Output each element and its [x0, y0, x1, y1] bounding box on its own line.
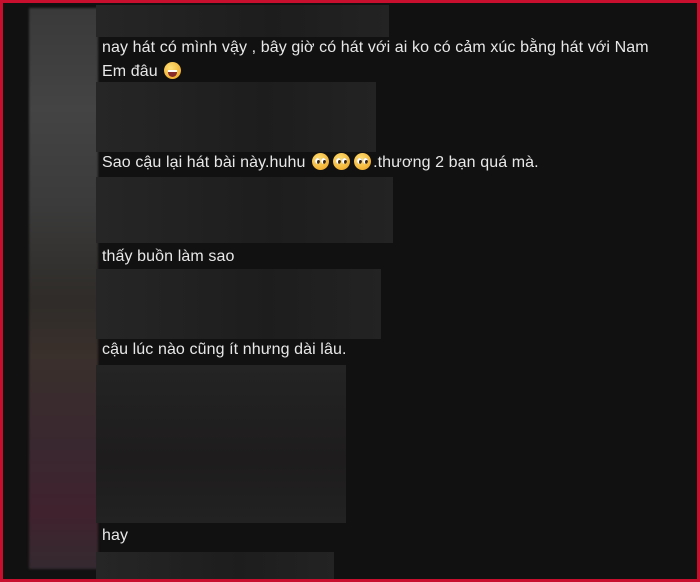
- comment-1-line2: Em đâu: [102, 63, 158, 80]
- blurred-username: [96, 269, 381, 339]
- comments-panel: nay hát có mình vậy , bây giờ có hát với…: [3, 3, 697, 579]
- blurred-username: [96, 5, 389, 37]
- blurred-image: [96, 365, 346, 523]
- comment-1: nay hát có mình vậy , bây giờ có hát với…: [102, 36, 649, 84]
- comment-2-text: Sao cậu lại hát bài này.huhu: [102, 154, 306, 171]
- comment-1-line1: nay hát có mình vậy , bây giờ có hát với…: [102, 39, 649, 56]
- comment-5: hay: [102, 527, 129, 544]
- pleading-face-icon: [333, 153, 351, 170]
- blurred-avatar-column: [29, 8, 98, 569]
- comment-4: cậu lúc nào cũng ít nhưng dài lâu.: [102, 341, 347, 358]
- pleading-face-icon: [354, 153, 372, 170]
- blurred-username: [96, 552, 334, 579]
- pleading-face-icon: [312, 153, 330, 170]
- blurred-username: [96, 177, 393, 243]
- comment-2: Sao cậu lại hát bài này.huhu .thương 2 b…: [102, 151, 539, 175]
- grinning-face-icon: [164, 62, 182, 79]
- blurred-username: [96, 82, 376, 152]
- comment-3: thấy buồn làm sao: [102, 248, 235, 265]
- comment-2-text-after: .thương 2 bạn quá mà.: [373, 154, 539, 171]
